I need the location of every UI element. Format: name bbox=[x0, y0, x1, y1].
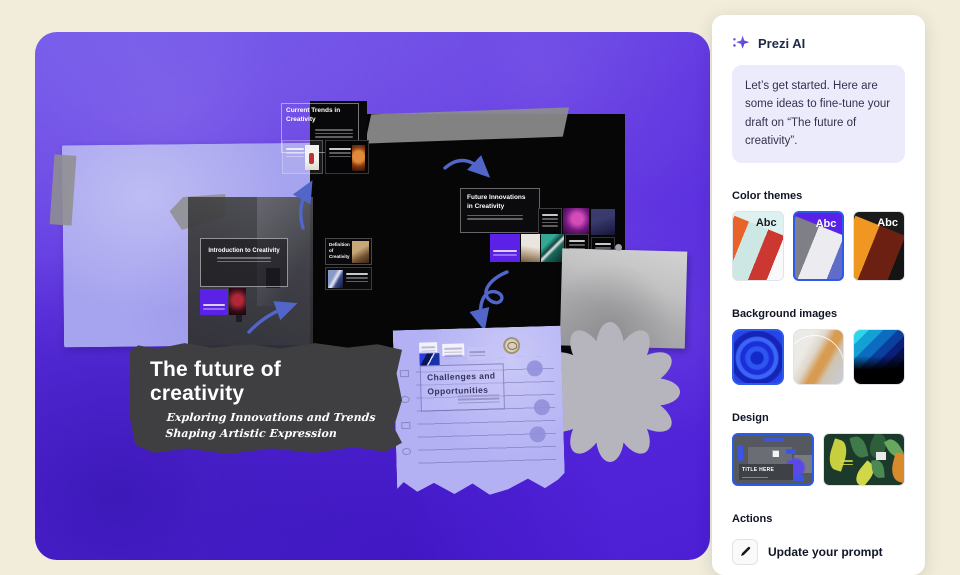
color-themes-label: Color themes bbox=[732, 190, 905, 202]
background-images-row bbox=[732, 329, 905, 385]
swatch-sample-text: Abc bbox=[756, 217, 777, 229]
design-accent bbox=[794, 476, 804, 481]
background-image-dark-geometric[interactable] bbox=[853, 329, 905, 385]
slide-main-card[interactable]: Introduction to Creativity bbox=[200, 238, 288, 287]
sub-slide-card[interactable] bbox=[325, 267, 372, 290]
slide-card-introduction[interactable]: Introduction to Creativity Definition of… bbox=[200, 238, 375, 326]
sub-slide-card[interactable] bbox=[325, 140, 369, 174]
sparkle-icon bbox=[732, 34, 750, 52]
notepad-chip bbox=[467, 347, 487, 361]
notepad-title-box: Challenges and Opportunities bbox=[420, 363, 505, 411]
notepad-chip bbox=[419, 342, 437, 352]
design-titlebar: TITLE HERE bbox=[739, 464, 793, 480]
presentation-canvas[interactable]: Current Trends in Creativity Future Inno… bbox=[35, 32, 710, 560]
sub-slide-card[interactable] bbox=[538, 208, 562, 235]
slide-body-placeholder bbox=[315, 127, 353, 140]
notepad-challenges[interactable]: Challenges and Opportunities bbox=[393, 326, 566, 498]
design-option-leaves[interactable] bbox=[823, 433, 905, 486]
margin-doodle bbox=[401, 422, 410, 429]
notepad-chip bbox=[442, 343, 464, 356]
sub-slide-image bbox=[352, 241, 369, 263]
prezi-ai-panel: Prezi AI Let’s get started. Here are som… bbox=[712, 15, 925, 575]
sub-slide-card-purple[interactable] bbox=[490, 234, 520, 262]
design-chip bbox=[876, 452, 886, 460]
pin-dot bbox=[615, 244, 622, 251]
leaf-shape bbox=[849, 434, 868, 459]
design-accent bbox=[738, 445, 743, 461]
sub-slide-image[interactable] bbox=[229, 288, 246, 315]
update-prompt-action[interactable]: Update your prompt bbox=[732, 539, 905, 565]
panel-header: Prezi AI bbox=[732, 34, 905, 52]
color-theme-purple[interactable]: Abc bbox=[793, 211, 845, 281]
margin-doodle bbox=[401, 396, 410, 403]
leaf-shape bbox=[889, 452, 905, 484]
swatch-sample-text: Abc bbox=[877, 217, 898, 229]
sub-slide-image bbox=[305, 145, 319, 170]
notepad-image bbox=[419, 353, 439, 366]
color-theme-dark[interactable]: Abc bbox=[853, 211, 905, 281]
update-prompt-label: Update your prompt bbox=[768, 545, 883, 559]
sub-slide-image[interactable] bbox=[591, 209, 615, 235]
margin-doodle bbox=[402, 448, 411, 455]
sub-slide-image[interactable] bbox=[521, 234, 540, 262]
hero-subtitle: Exploring Innovations and Trends Shaping… bbox=[165, 410, 392, 442]
design-square bbox=[772, 450, 779, 457]
background-images-label: Background images bbox=[732, 308, 905, 320]
design-accent bbox=[764, 438, 784, 442]
color-themes-row: Abc Abc Abc bbox=[732, 211, 905, 281]
sub-slide-image[interactable] bbox=[541, 234, 564, 262]
leaf-shape bbox=[871, 459, 885, 478]
design-title-text: TITLE HERE bbox=[742, 467, 774, 473]
sub-slide-image bbox=[328, 270, 343, 288]
design-label: Design bbox=[732, 412, 905, 424]
ai-message-bubble: Let’s get started. Here are some ideas t… bbox=[732, 65, 905, 163]
design-row: TITLE HERE bbox=[732, 433, 905, 486]
sub-slide-card-definition[interactable]: Definition of Creativity bbox=[325, 238, 372, 265]
hero-title: The future of creativity bbox=[150, 358, 330, 406]
slide-title: Introduction to Creativity bbox=[205, 247, 283, 255]
pencil-icon bbox=[732, 539, 758, 565]
design-accent bbox=[786, 449, 796, 454]
slide-title: Definition of Creativity bbox=[329, 242, 353, 260]
slide-title: Current Trends in Creativity bbox=[286, 107, 344, 125]
margin-doodle bbox=[400, 370, 409, 377]
slide-main-card[interactable]: Future Innovations in Creativity bbox=[460, 188, 540, 233]
background-image-blue-flower[interactable] bbox=[732, 329, 784, 385]
round-sticker bbox=[501, 335, 522, 356]
hero-title-paper[interactable]: The future of creativity Exploring Innov… bbox=[130, 342, 402, 454]
sub-slide-card-purple[interactable] bbox=[200, 289, 228, 315]
sub-slide-image[interactable] bbox=[563, 208, 589, 235]
background-image-beige-swirl[interactable] bbox=[793, 329, 845, 385]
design-option-collage[interactable]: TITLE HERE bbox=[732, 433, 814, 486]
slide-title: Future Innovations in Creativity bbox=[467, 194, 529, 212]
swatch-sample-text: Abc bbox=[816, 218, 837, 230]
sub-slide-image bbox=[352, 145, 365, 171]
panel-title: Prezi AI bbox=[758, 36, 805, 51]
color-theme-light[interactable]: Abc bbox=[732, 211, 784, 281]
sub-slide-card[interactable] bbox=[282, 140, 323, 174]
slide-card-current-trends[interactable]: Current Trends in Creativity bbox=[281, 101, 371, 177]
actions-label: Actions bbox=[732, 513, 905, 525]
